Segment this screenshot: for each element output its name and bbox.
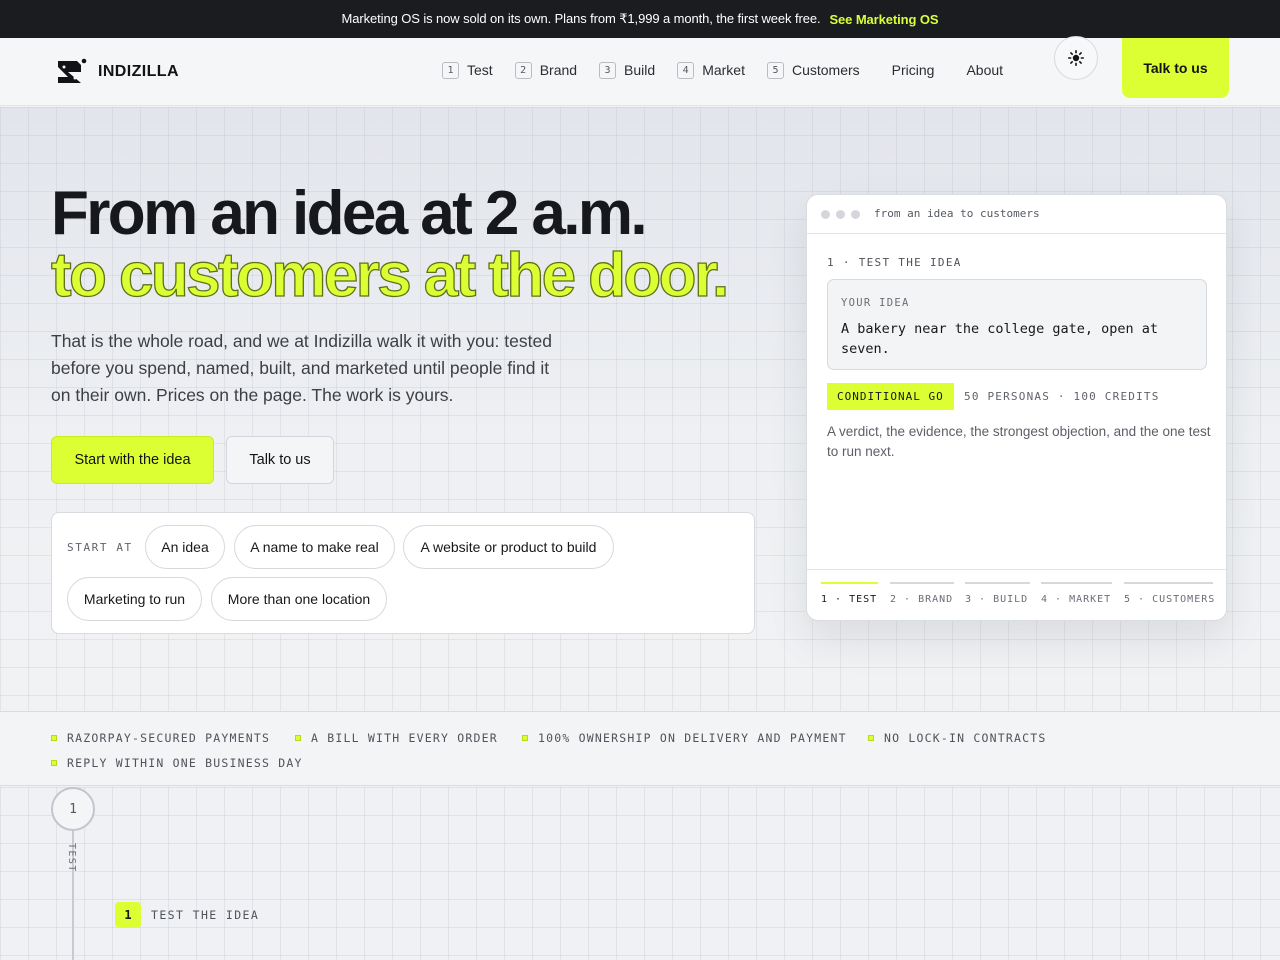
tab-indicator — [821, 582, 878, 584]
nav-item-label: Test — [467, 62, 493, 78]
trust-item: NO LOCK-IN CONTRACTS — [868, 731, 1046, 745]
substep-badge: 1 — [115, 902, 141, 928]
nav-link-pricing[interactable]: Pricing — [892, 62, 935, 78]
trust-strip: RAZORPAY-SECURED PAYMENTS A BILL WITH EV… — [0, 711, 1280, 786]
hero-title-line1: From an idea at 2 a.m. — [51, 179, 648, 248]
tab-test[interactable]: 1 · TEST — [821, 582, 878, 612]
tab-brand[interactable]: 2 · BRAND — [890, 582, 954, 612]
trust-item: RAZORPAY-SECURED PAYMENTS — [51, 731, 270, 745]
bullet-square-icon — [295, 735, 301, 741]
talk-to-us-button[interactable]: Talk to us — [226, 436, 334, 484]
hero-lede: That is the whole road, and we at Indizi… — [51, 331, 552, 405]
brand-logo[interactable]: INDIZILLA — [57, 58, 179, 86]
site-header: INDIZILLA 1 Test 2 Brand 3 Build 4 Marke… — [0, 36, 1280, 106]
announcement-text: Marketing OS is now sold on its own. Pla… — [341, 11, 821, 26]
nav-step-number: 3 — [599, 61, 617, 79]
header-talk-button[interactable]: Talk to us — [1122, 38, 1229, 98]
idea-label: YOUR IDEA — [841, 297, 910, 309]
bullet-square-icon — [51, 760, 57, 766]
start-option-idea[interactable]: An idea — [145, 525, 225, 569]
idea-text: A bakery near the college gate, open at … — [841, 321, 1158, 357]
process-section — [0, 787, 1280, 960]
trust-item: REPLY WITHIN ONE BUSINESS DAY — [51, 756, 303, 770]
start-option-locations[interactable]: More than one location — [211, 577, 387, 621]
card-tabs: 1 · TEST 2 · BRAND 3 · BUILD 4 · MARKET … — [807, 569, 1226, 620]
trust-item-label: A BILL WITH EVERY ORDER — [311, 731, 498, 745]
substep-label: TEST THE IDEA — [151, 908, 260, 922]
sun-icon — [1068, 50, 1084, 66]
trust-item: A BILL WITH EVERY ORDER — [295, 731, 498, 745]
nav-item-label: Customers — [791, 62, 860, 78]
journey-preview-window: from an idea to customers 1 · TEST THE I… — [806, 194, 1227, 621]
hero-title-line2: to customers at the door. — [50, 241, 730, 310]
trust-item: 100% OWNERSHIP ON DELIVERY AND PAYMENT — [522, 731, 847, 745]
start-at-panel: START AT An idea A name to make real A w… — [51, 512, 755, 634]
theme-toggle-button[interactable] — [1054, 36, 1098, 80]
tab-label: 3 · BUILD — [965, 594, 1029, 605]
nav-item-market[interactable]: 4 Market — [677, 61, 745, 79]
tab-indicator — [890, 582, 954, 584]
tab-label: 5 · CUSTOMERS — [1124, 594, 1216, 605]
tab-customers[interactable]: 5 · CUSTOMERS — [1124, 582, 1216, 612]
nav-step-number: 4 — [677, 61, 695, 79]
tab-build[interactable]: 3 · BUILD — [965, 582, 1030, 612]
step-vertical-label: TEST — [66, 843, 77, 873]
trust-item-label: REPLY WITHIN ONE BUSINESS DAY — [67, 756, 303, 770]
trust-item-label: 100% OWNERSHIP ON DELIVERY AND PAYMENT — [538, 731, 847, 745]
trust-item-label: RAZORPAY-SECURED PAYMENTS — [67, 731, 271, 745]
nav-step-number: 2 — [514, 61, 532, 79]
main-nav: 1 Test 2 Brand 3 Build 4 Market 5 Custom… — [442, 60, 1035, 80]
announcement-link[interactable]: See Marketing OS — [829, 12, 938, 27]
start-option-marketing[interactable]: Marketing to run — [67, 577, 202, 621]
bullet-square-icon — [522, 735, 528, 741]
verdict-meta: 50 PERSONAS · 100 CREDITS — [964, 390, 1160, 403]
nav-item-test[interactable]: 1 Test — [442, 61, 493, 79]
start-at-label: START AT — [67, 541, 133, 554]
nav-item-customers[interactable]: 5 Customers — [766, 61, 860, 79]
window-dot — [851, 210, 860, 219]
window-titlebar: from an idea to customers — [807, 195, 1226, 234]
window-title: from an idea to customers — [874, 207, 1040, 220]
card-description: A verdict, the evidence, the strongest o… — [827, 424, 1211, 459]
verdict-badge: CONDITIONAL GO — [827, 383, 954, 410]
tab-label: 2 · BRAND — [890, 594, 954, 605]
nav-item-label: Market — [702, 62, 745, 78]
tab-indicator — [1124, 582, 1213, 584]
nav-link-about[interactable]: About — [966, 62, 1003, 78]
bullet-square-icon — [51, 735, 57, 741]
tab-label: 1 · TEST — [821, 594, 878, 605]
tab-indicator — [965, 582, 1030, 584]
nav-step-number: 5 — [766, 61, 784, 79]
idea-box: YOUR IDEA A bakery near the college gate… — [827, 279, 1207, 370]
nav-item-label: Build — [624, 62, 656, 78]
nav-item-brand[interactable]: 2 Brand — [514, 61, 578, 79]
nav-item-label: Brand — [539, 62, 578, 78]
start-with-idea-button[interactable]: Start with the idea — [51, 436, 214, 484]
tab-label: 4 · MARKET — [1041, 594, 1112, 605]
logo-mark-icon — [58, 58, 87, 83]
start-option-name[interactable]: A name to make real — [234, 525, 395, 569]
window-dot — [821, 210, 830, 219]
nav-item-build[interactable]: 3 Build — [599, 61, 656, 79]
step-number-circle: 1 — [51, 787, 95, 831]
start-option-website[interactable]: A website or product to build — [403, 525, 614, 569]
nav-step-number: 1 — [442, 61, 459, 79]
brand-name: INDIZILLA — [98, 63, 179, 80]
bullet-square-icon — [868, 735, 874, 741]
card-step-label: 1 · TEST THE IDEA — [827, 256, 962, 269]
window-dot — [836, 210, 845, 219]
trust-item-label: NO LOCK-IN CONTRACTS — [884, 731, 1047, 745]
tab-market[interactable]: 4 · MARKET — [1041, 582, 1112, 612]
announcement-bar: Marketing OS is now sold on its own. Pla… — [0, 0, 1280, 38]
tab-indicator — [1041, 582, 1112, 584]
